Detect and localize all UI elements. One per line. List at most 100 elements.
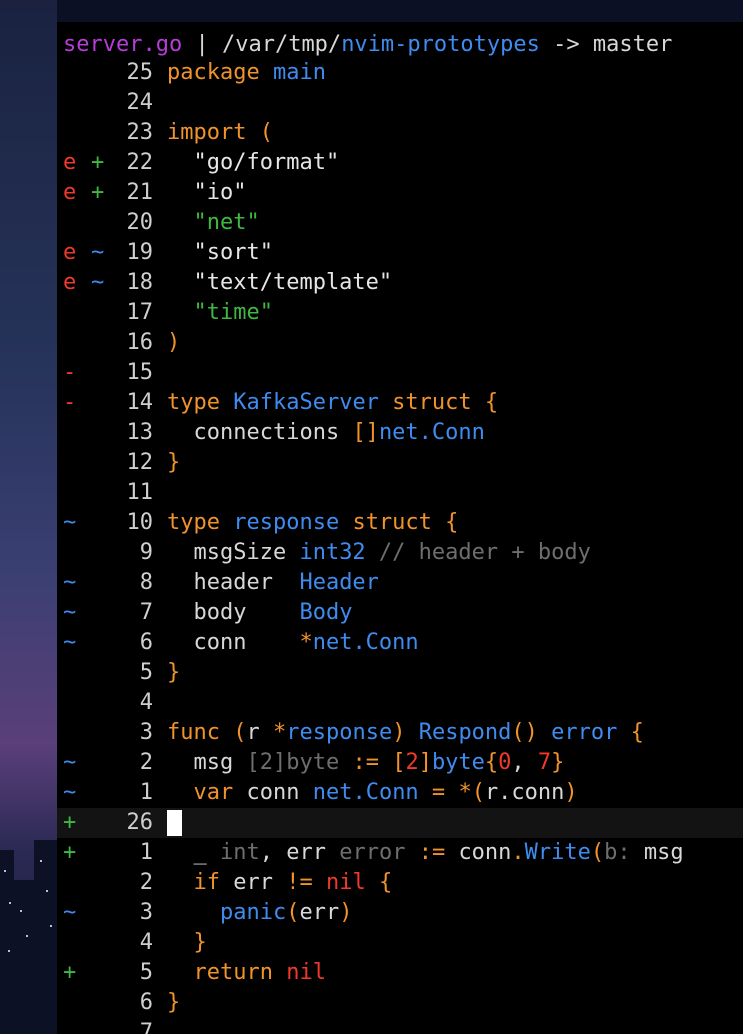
code-token: ): [167, 330, 181, 355]
line-code: _ int, err error := conn.Write(b: msg: [167, 838, 683, 868]
code-token: }: [167, 660, 181, 685]
code-token: conn: [167, 630, 300, 655]
editor-line[interactable]: 12}: [57, 448, 743, 478]
editor-line[interactable]: ~7 body Body: [57, 598, 743, 628]
wallpaper-light: [4, 870, 6, 872]
code-token: (: [286, 900, 300, 925]
editor-line[interactable]: ~1 var conn net.Conn = *(r.conn): [57, 778, 743, 808]
code-token: Write: [524, 840, 591, 865]
code-token: r: [246, 720, 273, 745]
code-token: msgSize: [167, 540, 300, 565]
editor-line[interactable]: ~2 msg [2]byte := [2]byte{0, 7}: [57, 748, 743, 778]
line-number: 23: [126, 120, 154, 145]
editor-line[interactable]: 24: [57, 88, 743, 118]
line-number: 22: [126, 150, 154, 175]
line-code: func (r *response) Respond() error {: [167, 718, 644, 748]
code-token: ,: [511, 750, 538, 775]
editor-line[interactable]: - 14 type KafkaServer struct {: [57, 388, 743, 418]
line-number: 19: [126, 240, 154, 265]
line-number: 2: [139, 870, 153, 895]
code-token: panic: [219, 900, 287, 925]
code-token: }: [167, 930, 207, 955]
line-number: 3: [139, 720, 153, 745]
editor-line[interactable]: +5 return nil: [57, 958, 743, 988]
editor-line-current[interactable]: +26: [57, 808, 743, 838]
code-token: byte: [431, 750, 485, 775]
code-token: *: [458, 780, 472, 805]
code-token: if: [167, 870, 234, 895]
editor-line[interactable]: 4 }: [57, 928, 743, 958]
editor-line[interactable]: 7: [57, 1018, 743, 1034]
editor-line[interactable]: e ~18 "text/template": [57, 268, 743, 298]
editor-line[interactable]: ~10 type response struct {: [57, 508, 743, 538]
editor-line[interactable]: 23 import (: [57, 118, 743, 148]
statusline-filename: server.go: [63, 32, 183, 57]
editor-line[interactable]: 20 "net": [57, 208, 743, 238]
statusline-path-prefix: /var/tmp/: [221, 32, 342, 57]
editor-line[interactable]: ~6 conn *net.Conn: [57, 628, 743, 658]
code-token: int32: [299, 540, 366, 565]
code-token: Body: [299, 600, 353, 625]
line-number: 4: [139, 690, 153, 715]
editor-line[interactable]: 6}: [57, 988, 743, 1018]
sign-column-diagnostic: -: [63, 360, 77, 385]
line-code: return nil: [167, 958, 325, 988]
editor-line[interactable]: +1 _ int, err error := conn.Write(b: msg: [57, 838, 743, 868]
code-token: 2: [405, 750, 419, 775]
code-token: 7: [537, 750, 552, 775]
code-token: response: [286, 720, 393, 745]
wallpaper-building: [0, 850, 14, 1034]
code-token: "text/template": [167, 270, 393, 295]
editor-line[interactable]: e +21 "io": [57, 178, 743, 208]
code-token: main: [272, 60, 326, 85]
code-token: _: [167, 840, 220, 865]
line-code: var conn net.Conn = *(r.conn): [167, 778, 577, 808]
editor-line[interactable]: 16): [57, 328, 743, 358]
code-token: [2]byte: [246, 750, 340, 775]
wallpaper-building: [34, 840, 57, 1034]
sign-column-diagnostic: ~: [63, 780, 77, 805]
editor-line[interactable]: ~3 panic(err): [57, 898, 743, 928]
code-token: // header + body: [365, 540, 591, 565]
editor-line[interactable]: 17 "time": [57, 298, 743, 328]
line-number: 24: [126, 90, 154, 115]
editor-line[interactable]: 25 package main: [57, 58, 743, 88]
editor-line[interactable]: e +22 "go/format": [57, 148, 743, 178]
editor-line[interactable]: 4: [57, 688, 743, 718]
code-token: {: [484, 750, 499, 775]
line-number: 10: [126, 510, 154, 535]
editor-line[interactable]: e ~19 "sort": [57, 238, 743, 268]
code-token: ]: [418, 750, 432, 775]
editor-line[interactable]: 2 if err != nil {: [57, 868, 743, 898]
editor-line[interactable]: 13 connections []net.Conn: [57, 418, 743, 448]
code-token: (: [471, 780, 485, 805]
editor-line[interactable]: 11: [57, 478, 743, 508]
line-number: 6: [139, 630, 153, 655]
code-token: error: [551, 720, 618, 745]
line-number: 17: [126, 300, 154, 325]
nvim-editor-window[interactable]: server.go | /var/tmp/nvim-prototypes -> …: [57, 22, 743, 1034]
editor-line[interactable]: ~8 header Header: [57, 568, 743, 598]
wallpaper-building: [14, 880, 34, 1034]
line-code: header Header: [167, 568, 378, 598]
statusline-arrow: ->: [539, 32, 593, 57]
editor-line[interactable]: - 15: [57, 358, 743, 388]
line-number: 1: [139, 780, 153, 805]
line-code: }: [167, 448, 180, 478]
line-number: 14: [126, 390, 154, 415]
editor-line[interactable]: 5}: [57, 658, 743, 688]
code-token: header: [167, 570, 300, 595]
line-number: 15: [126, 360, 154, 385]
code-token: connections: [167, 420, 353, 445]
line-number: 13: [126, 420, 154, 445]
line-number: 8: [139, 570, 153, 595]
code-token: {: [617, 720, 644, 745]
line-number: 11: [126, 480, 154, 505]
line-code: }: [167, 658, 180, 688]
statusline-separator: |: [182, 32, 222, 57]
editor-line[interactable]: 9 msgSize int32 // header + body: [57, 538, 743, 568]
line-code: msg [2]byte := [2]byte{0, 7}: [167, 748, 564, 778]
editor-line[interactable]: 3 func (r *response) Respond() error {: [57, 718, 743, 748]
code-token: net.Conn: [312, 630, 419, 655]
wallpaper-light: [20, 910, 22, 912]
